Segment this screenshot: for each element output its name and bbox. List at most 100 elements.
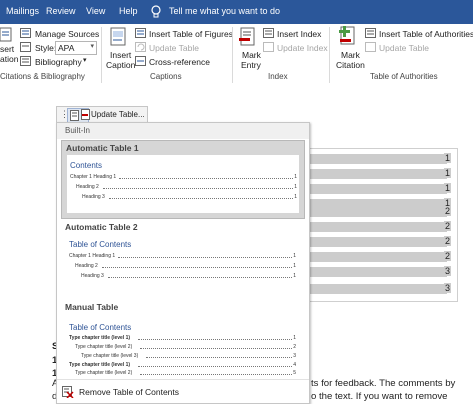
toc-page-number: 2 <box>443 236 451 246</box>
remove-table-of-contents-item[interactable]: Remove Table of Contents <box>57 381 309 403</box>
mark-citation-label-2[interactable]: Citation <box>336 60 365 70</box>
preview-leader-dots <box>119 178 293 179</box>
toc-page-number: 1 <box>443 183 451 193</box>
toc-line <box>307 267 447 277</box>
toc-page-number: 3 <box>443 266 451 276</box>
preview-row-text: Type chapter title (level 1) <box>69 362 131 368</box>
insert-table-of-figures-button[interactable]: Insert Table of Figures <box>149 29 233 39</box>
tab-mailings[interactable]: Mailings <box>6 6 39 16</box>
cross-reference-icon <box>135 56 146 66</box>
preview-row-number: 1 <box>294 174 297 180</box>
mark-entry-label-1[interactable]: Mark <box>242 50 261 60</box>
group-separator <box>101 27 102 83</box>
toc-page-number: 1 <box>443 153 451 163</box>
update-table-authorities-icon <box>365 42 376 52</box>
manage-sources-button[interactable]: Manage Sources <box>35 29 99 39</box>
group-separator <box>329 27 330 83</box>
toc-page-number: 2 <box>443 206 451 216</box>
insert-citation-icon <box>0 27 12 42</box>
toc-page-number: 2 <box>443 221 451 231</box>
tab-help[interactable]: Help <box>119 6 138 16</box>
bibliography-button[interactable]: Bibliography <box>35 57 82 67</box>
preview-row-number: 1 <box>294 194 297 200</box>
mark-citation-icon <box>339 26 355 45</box>
update-table-figures-button[interactable]: Update Table <box>149 43 199 53</box>
group-label-citations: Citations & Bibliography <box>0 72 85 81</box>
toc-line <box>307 237 447 247</box>
mark-citation-label-1[interactable]: Mark <box>341 50 360 60</box>
toc-line <box>307 284 447 294</box>
gallery-item-title: Automatic Table 2 <box>65 222 138 232</box>
insert-table-of-figures-icon <box>135 28 146 38</box>
preview-row-number: 1 <box>293 263 296 269</box>
toc-page-number: 1 <box>443 168 451 178</box>
insert-citation-label-1[interactable]: sert <box>0 44 14 54</box>
chevron-down-icon: ▾ <box>90 43 94 50</box>
lightbulb-icon <box>151 5 161 18</box>
cross-reference-button[interactable]: Cross-reference <box>149 57 210 67</box>
preview-leader-dots <box>138 339 292 340</box>
preview-heading: Table of Contents <box>69 240 132 249</box>
preview-leader-dots <box>140 374 292 375</box>
update-index-button[interactable]: Update Index <box>277 43 328 53</box>
gallery-item-automatic-table-2[interactable]: Automatic Table 2 Table of Contents Chap… <box>61 220 303 293</box>
remove-table-of-contents-label: Remove Table of Contents <box>79 387 180 397</box>
tell-me-search[interactable]: Tell me what you want to do <box>169 6 280 16</box>
toc-line <box>307 252 447 262</box>
gallery-item-manual-table[interactable]: Manual Table Table of Contents Type chap… <box>61 299 303 377</box>
insert-citation-label-2[interactable]: ation <box>0 54 18 64</box>
insert-caption-icon <box>110 27 126 46</box>
gallery-section-header: Built-In <box>57 123 309 139</box>
tab-view[interactable]: View <box>86 6 105 16</box>
preview-row-number: 2 <box>293 344 296 350</box>
update-table-button[interactable]: Update Table... <box>91 110 145 119</box>
gallery-item-preview: Contents Chapter 1 Heading 1 1 Heading 2… <box>67 155 299 213</box>
group-label-captions: Captions <box>150 72 182 81</box>
group-label-authorities: Table of Authorities <box>370 72 438 81</box>
update-table-icon <box>135 42 146 52</box>
gallery-item-automatic-table-1[interactable]: Automatic Table 1 Contents Chapter 1 Hea… <box>61 140 305 219</box>
preview-row-text: Heading 3 <box>82 194 105 200</box>
preview-leader-dots <box>108 277 292 278</box>
preview-row-number: 5 <box>293 370 296 376</box>
preview-row-text: Heading 2 <box>76 184 99 190</box>
insert-table-of-authorities-button[interactable]: Insert Table of Authorities <box>379 29 473 39</box>
update-table-icon <box>81 109 90 120</box>
tab-review[interactable]: Review <box>46 6 76 16</box>
preview-heading: Contents <box>70 161 103 170</box>
section-header-label: Built-In <box>65 126 90 135</box>
preview-leader-dots <box>146 357 292 358</box>
ribbon-tab-bar: Mailings Review View Help Tell me what y… <box>0 0 473 24</box>
preview-leader-dots <box>138 366 292 367</box>
preview-row-text: Type chapter title (level 1) <box>69 335 131 341</box>
preview-row-text: Heading 3 <box>81 273 104 279</box>
menu-divider <box>57 379 309 380</box>
preview-leader-dots <box>118 257 292 258</box>
style-value: APA <box>58 43 75 53</box>
toc-field[interactable]: 1 1 1 1 2 2 2 2 3 3 <box>300 148 458 302</box>
manage-sources-icon <box>20 28 31 38</box>
doc-body-line: o the text. If you want to remove <box>311 391 448 402</box>
update-index-icon <box>263 42 274 52</box>
doc-body-line: ts for feedback. The comments by <box>311 378 456 389</box>
insert-caption-label-2[interactable]: Caption <box>106 60 135 70</box>
preview-leader-dots <box>102 267 292 268</box>
preview-row-number: 1 <box>293 335 296 341</box>
insert-caption-label-1[interactable]: Insert <box>110 50 131 60</box>
toc-line <box>307 154 447 164</box>
group-separator <box>232 27 233 83</box>
preview-leader-dots <box>109 198 293 199</box>
insert-table-of-authorities-icon <box>365 28 376 38</box>
toc-page-number: 2 <box>443 251 451 261</box>
table-of-contents-gallery: Built-In Automatic Table 1 Contents Chap… <box>56 122 310 404</box>
insert-index-button[interactable]: Insert Index <box>277 29 321 39</box>
update-table-authorities-button[interactable]: Update Table <box>379 43 429 53</box>
toc-page-number: 3 <box>443 283 451 293</box>
preview-heading: Table of Contents <box>69 323 132 332</box>
group-label-index: Index <box>268 72 288 81</box>
preview-row-text: Type chapter title (level 3) <box>81 353 139 359</box>
preview-row-number: 1 <box>293 273 296 279</box>
style-select[interactable]: APA ▾ <box>55 41 97 55</box>
mark-entry-label-2[interactable]: Entry <box>241 60 261 70</box>
gallery-item-title: Automatic Table 1 <box>66 143 139 153</box>
